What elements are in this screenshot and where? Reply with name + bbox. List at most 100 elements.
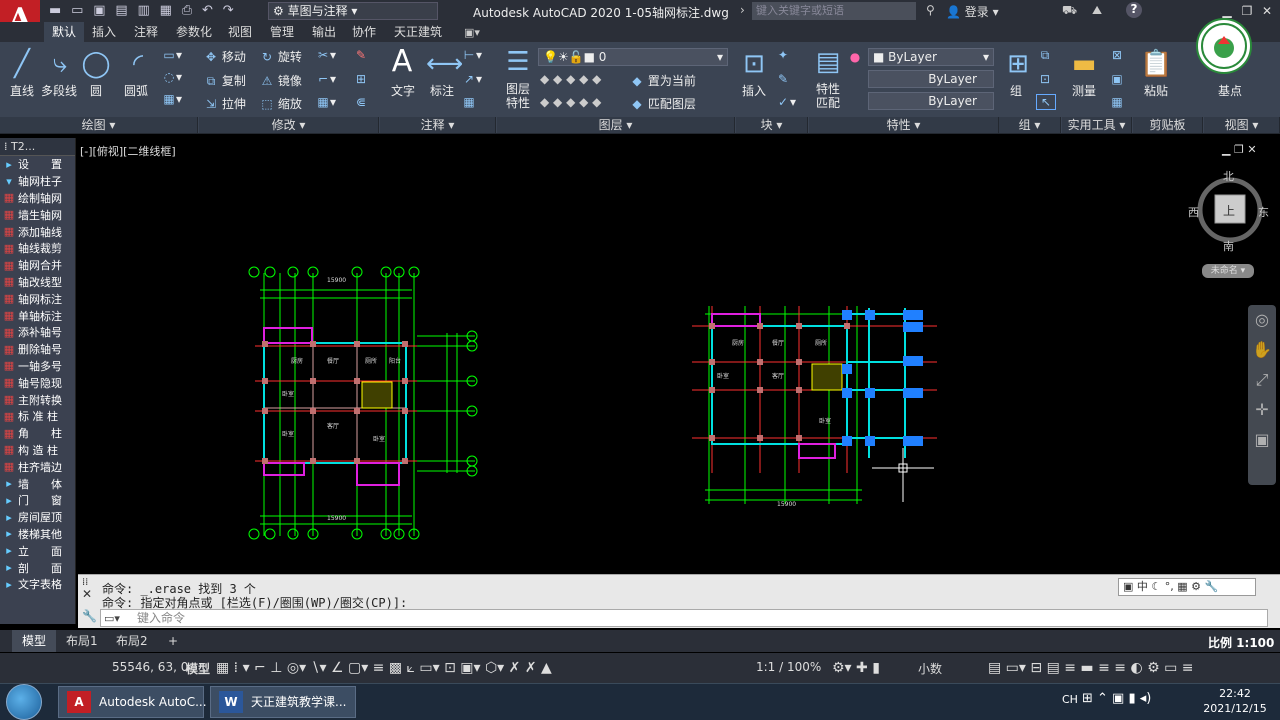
line-button[interactable]: 直线 [10, 82, 34, 99]
ribbon-toggle-icon[interactable]: ▣▾ [464, 26, 480, 39]
status-toggle-icons[interactable]: ▦ ⁞ ▾ ⌐ ⊥ ◎▾ ∖▾ ∠ ▢▾ ≡ ▩ ⟀ ▭▾ ⊡ ▣▾ ⬡▾ ✗ … [216, 660, 552, 676]
viewport-controls-label[interactable]: [-][俯视][二维线框] [80, 143, 176, 159]
new-icon[interactable]: ▬ [49, 3, 61, 18]
move-button[interactable]: ✥ 移动 [204, 48, 246, 65]
workspace-dropdown[interactable]: ⚙ 草图与注释 ▾ [268, 2, 438, 20]
erase-icon[interactable]: ✎ [354, 48, 368, 62]
linetype-dropdown[interactable]: ByLayer [868, 70, 994, 88]
circle-icon[interactable]: ◯ [80, 48, 112, 80]
linear-dim-icon[interactable]: ⊢ ▾ [462, 48, 482, 62]
group-edit-icon[interactable]: ⊡ [1038, 72, 1052, 86]
annotation-panel-title[interactable]: 注释 ▾ [380, 117, 496, 133]
palette-item[interactable]: ▦ 构 造 柱 [0, 442, 75, 459]
a360-icon[interactable]: ⛰ [1092, 3, 1102, 18]
region-icon[interactable]: ▦▾ [162, 92, 182, 106]
palette-item[interactable]: ▦ 添加轴线 [0, 223, 75, 240]
layer-properties-icon[interactable]: ☰ [502, 46, 534, 78]
restore-icon[interactable]: ❐ [1238, 3, 1256, 19]
palette-item[interactable]: ▦ 删除轴号 [0, 341, 75, 358]
close-icon[interactable]: ✕ [1258, 3, 1276, 19]
paste-button[interactable]: 粘贴 [1144, 82, 1168, 99]
tab-layout2[interactable]: 布局2 [106, 630, 158, 652]
palette-item[interactable]: ▸ 设 置 [0, 156, 75, 173]
compass-north[interactable]: 北 [1223, 168, 1234, 184]
layer-panel-title[interactable]: 图层 ▾ [497, 117, 735, 133]
palette-item[interactable]: ▦ 添补轴号 [0, 324, 75, 341]
palette-item[interactable]: ▦ 一轴多号 [0, 358, 75, 375]
viewcube-face-top[interactable]: 上 [1223, 202, 1235, 219]
rotate-button[interactable]: ↻ 旋转 [260, 48, 302, 65]
clipboard-panel-title[interactable]: 剪贴板 [1133, 117, 1203, 133]
leader-icon[interactable]: ↗ ▾ [462, 72, 482, 86]
compass-east[interactable]: 东 [1258, 204, 1269, 220]
compass-south[interactable]: 南 [1223, 238, 1234, 254]
quick-select-icon[interactable]: ⊠ [1110, 48, 1124, 62]
offset-icon[interactable]: ⋐ [354, 95, 368, 109]
palette-item[interactable]: ▾ 轴网柱子 [0, 173, 75, 190]
status-right-icons[interactable]: ▤ ▭▾ ⊟ ▤ ≡ ▬ ≡ ≡ ◐ ⚙ ▭ ≡ [988, 660, 1194, 676]
polyline-button[interactable]: 多段线 [41, 82, 77, 99]
units-dropdown[interactable]: 小数 [918, 660, 942, 677]
insert-block-icon[interactable]: ⊡ [738, 48, 770, 80]
customize-icon[interactable]: 🔧 [82, 609, 97, 623]
ungroup-icon[interactable]: ⧉ [1038, 48, 1052, 63]
modify-panel-title[interactable]: 修改 ▾ [199, 117, 379, 133]
chevron-right-icon[interactable]: › [740, 3, 745, 17]
array-icon[interactable]: ▦▾ [316, 95, 336, 109]
arc-button[interactable]: 圆弧 [124, 82, 148, 99]
layer-properties-button[interactable]: 图层 特性 [506, 82, 530, 110]
cart-icon[interactable]: ⛟ [1062, 3, 1077, 19]
tab-output[interactable]: 输出 [304, 22, 344, 42]
tab-layout1[interactable]: 布局1 [56, 630, 108, 652]
palette-item[interactable]: ▸ 墙 体 [0, 475, 75, 492]
minimize-icon[interactable]: ▁ [1218, 3, 1236, 19]
showmotion-icon[interactable]: ▣ [1248, 425, 1276, 455]
coordinates-readout[interactable]: 55546, 63, 0 [112, 660, 188, 674]
close-command-icon[interactable]: ✕ [82, 587, 92, 601]
block-panel-title[interactable]: 块 ▾ [736, 117, 808, 133]
mirror-button[interactable]: ⚠ 镜像 [260, 72, 302, 89]
taskbar-word[interactable]: W 天正建筑教学课... [210, 686, 356, 718]
wcs-menu[interactable]: 未命名 ▾ [1202, 264, 1254, 278]
palette-item[interactable]: ▦ 角 柱 [0, 425, 75, 442]
rectangle-icon[interactable]: ▭▾ [162, 48, 182, 62]
compass-west[interactable]: 西 [1188, 204, 1199, 220]
stretch-button[interactable]: ⇲ 拉伸 [204, 95, 246, 112]
taskbar-autocad[interactable]: A Autodesk AutoC... [58, 686, 207, 718]
palette-item[interactable]: ▦ 绘制轴网 [0, 190, 75, 207]
attribute-icon[interactable]: ✓ ▾ [776, 95, 796, 109]
print-icon[interactable]: ⎙ [182, 3, 192, 18]
draw-panel-title[interactable]: 绘图 ▾ [0, 117, 198, 133]
table-icon[interactable]: ▦ [462, 95, 476, 109]
palette-item[interactable]: ▸ 立 面 [0, 542, 75, 559]
scale-button[interactable]: ⬚ 缩放 [260, 95, 302, 112]
select-all-icon[interactable]: ▣ [1110, 72, 1124, 86]
drawing-canvas[interactable]: 厨房 餐厅 厕所 阳台 卧室客厅卧室卧室 1590015900 厨房 餐厅 厕所… [77, 138, 1280, 572]
recent-commands-icon[interactable]: ▭▾ [104, 612, 120, 625]
tab-parametric[interactable]: 参数化 [168, 22, 220, 42]
measure-button[interactable]: 测量 [1072, 82, 1096, 99]
explode-icon[interactable]: ⊞ [354, 72, 368, 86]
palette-item[interactable]: ▦ 单轴标注 [0, 307, 75, 324]
binoculars-icon[interactable]: ⚲ [926, 3, 935, 17]
create-block-icon[interactable]: ✦ [776, 48, 790, 62]
trim-icon[interactable]: ✂ ▾ [316, 48, 336, 62]
palette-item[interactable]: ▦ 墙生轴网 [0, 206, 75, 223]
tab-view[interactable]: 视图 [220, 22, 260, 42]
paste-icon[interactable]: 📋 [1140, 48, 1172, 80]
palette-item[interactable]: ▸ 门 窗 [0, 492, 75, 509]
web-icon[interactable]: ▥ [138, 3, 150, 18]
save-icon[interactable]: ▣ [93, 3, 105, 18]
palette-item[interactable]: ▦ 轴线裁剪 [0, 240, 75, 257]
utilities-panel-title[interactable]: 实用工具 ▾ [1062, 117, 1132, 133]
set-current-button[interactable]: ◆ 置为当前 [630, 72, 695, 89]
group-select-icon[interactable]: ↖ [1036, 94, 1056, 110]
add-layout-button[interactable]: + [158, 630, 188, 652]
tab-collaborate[interactable]: 协作 [344, 22, 384, 42]
properties-panel-title[interactable]: 特性 ▾ [809, 117, 999, 133]
help-icon[interactable]: ? [1126, 2, 1142, 18]
viewcube[interactable]: 北 南 西 东 上 [1188, 168, 1270, 253]
copy-button[interactable]: ⧉ 复制 [204, 72, 246, 89]
dimension-button[interactable]: 标注 [430, 82, 454, 99]
tab-model[interactable]: 模型 [12, 630, 57, 652]
